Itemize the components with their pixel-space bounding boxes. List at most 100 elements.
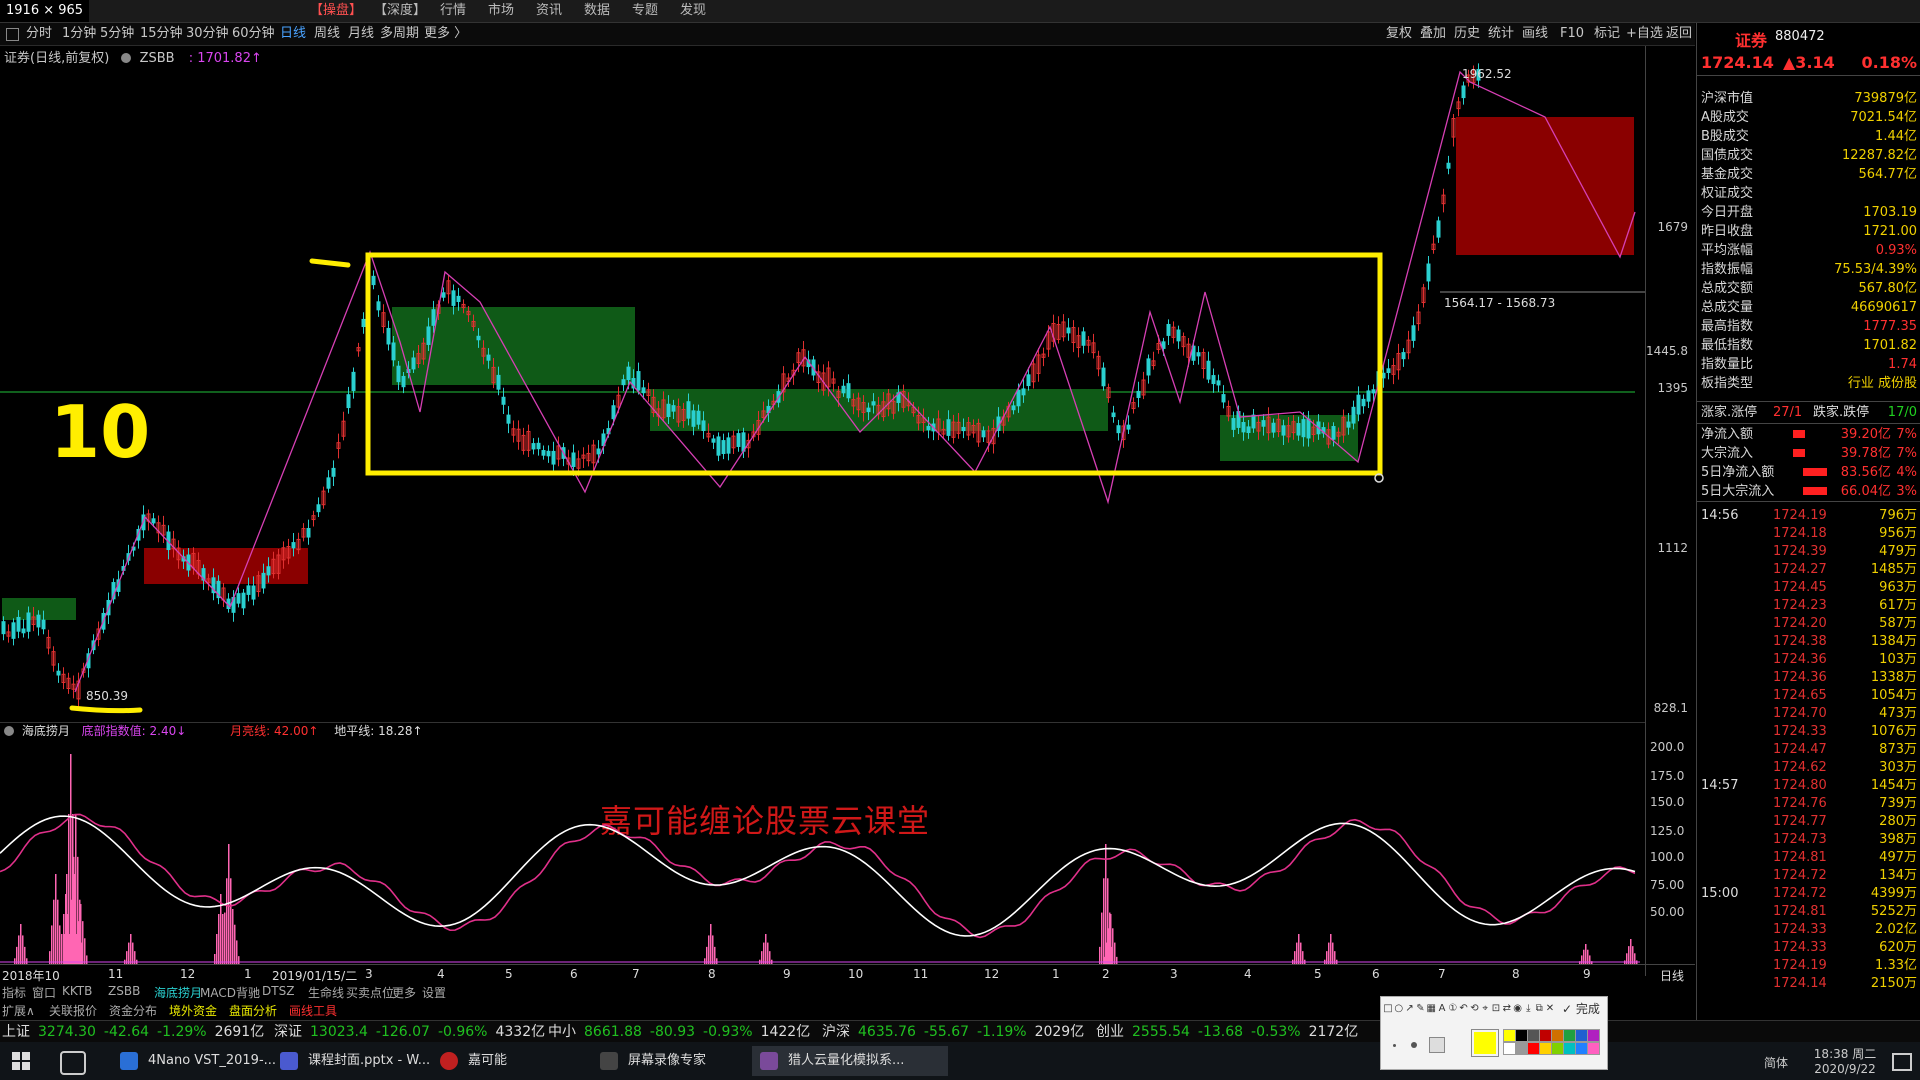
color-swatch[interactable] (1587, 1029, 1600, 1042)
undo-icon[interactable]: ↶ (1459, 999, 1469, 1019)
size-small-icon[interactable] (1393, 1044, 1396, 1047)
tool-fuquan[interactable]: 复权 (1386, 23, 1412, 45)
period-daily[interactable]: 日线 (280, 23, 306, 45)
indicator-tab[interactable]: 生命线 (308, 984, 344, 1001)
period-monthly[interactable]: 月线 (348, 23, 374, 45)
pin-icon[interactable]: ⌖ (1480, 999, 1490, 1019)
rect-icon[interactable]: □ (1383, 999, 1393, 1019)
indicator-tab[interactable]: 海底捞月 (154, 984, 202, 1001)
indicator-tab[interactable]: DTSZ (262, 984, 294, 998)
ticker-item[interactable]: 上证 3274.30 -42.64 -1.29% 2691亿 (2, 1021, 272, 1043)
tool-back[interactable]: 返回 (1666, 23, 1692, 45)
ticker-item[interactable]: 沪深 4635.76 -55.67 -1.19% 2029亿 (822, 1021, 1092, 1043)
period-more[interactable]: 更多 〉 (424, 23, 467, 45)
indicator-bar (18, 935, 20, 964)
pen-icon[interactable]: ✎ (1415, 999, 1425, 1019)
taskbar-app-hunter[interactable]: 猎人云量化模拟系... (752, 1046, 948, 1076)
ocr-icon[interactable]: ⊡ (1491, 999, 1501, 1019)
taskbar-app-recorder[interactable]: 屏幕录像专家 (592, 1046, 778, 1076)
tick-price: 1724.81 (1773, 904, 1827, 919)
period-weekly[interactable]: 周线 (314, 23, 340, 45)
extension-tab[interactable]: 画线工具 (289, 1002, 337, 1019)
menu-zhuanti[interactable]: 专题 (632, 0, 658, 22)
extension-tab[interactable]: 扩展∧ (2, 1002, 35, 1019)
tool-diejia[interactable]: 叠加 (1420, 23, 1446, 45)
tick-volume: 620万 (1879, 940, 1917, 955)
indicator-tab[interactable]: KKTB (62, 984, 92, 998)
period-30min[interactable]: 30分钟 (186, 23, 229, 45)
extension-tab[interactable]: 盘面分析 (229, 1002, 277, 1019)
ticker-item[interactable]: 深证 13023.4 -126.07 -0.96% 4332亿 (274, 1021, 553, 1043)
candlestick-chart[interactable]: 10 (0, 62, 1645, 722)
tool-huaxian[interactable]: 画线 (1522, 23, 1548, 45)
index-ticker-bar: 上证 3274.30 -42.64 -1.29% 2691亿 深证 13023.4 -126.… (0, 1020, 1920, 1043)
menu-shuju[interactable]: 数据 (584, 0, 610, 22)
indicator-chart[interactable] (0, 736, 1645, 964)
tool-tongji[interactable]: 统计 (1488, 23, 1514, 45)
indicator-tab[interactable]: ZSBB (108, 984, 140, 998)
taskbar-app-nano[interactable]: 4Nano VST_2019-... (112, 1046, 298, 1076)
size-medium-icon[interactable] (1411, 1042, 1417, 1048)
menu-shendu[interactable]: 【深度】 (374, 0, 426, 22)
menu-shichang[interactable]: 市场 (488, 0, 514, 22)
indicator-settings-icon[interactable] (4, 726, 14, 736)
indicator-tab[interactable]: 窗口 (32, 984, 56, 1001)
taskbar-app-jiakeneng[interactable]: 嘉可能 (432, 1046, 608, 1076)
indicator-tab[interactable]: 买卖点位 (346, 984, 394, 1001)
record-icon[interactable]: ◉ (1513, 999, 1523, 1019)
extension-tab[interactable]: 资金分布 (109, 1002, 157, 1019)
color-swatch[interactable] (1587, 1042, 1600, 1055)
indicator-level: 50.00 (1650, 905, 1685, 919)
clock-date[interactable]: 2020/9/22 (1810, 1062, 1880, 1076)
text-icon[interactable]: A (1437, 999, 1447, 1019)
menu-zixun[interactable]: 资讯 (536, 0, 562, 22)
handwritten-annotation: 10 (50, 390, 150, 474)
clock-time[interactable]: 18:38 周二 (1810, 1045, 1880, 1062)
price-level-1679: 1679 (1657, 220, 1688, 234)
extension-tab[interactable]: 境外资金 (169, 1002, 217, 1019)
translate-icon[interactable]: ⇄ (1502, 999, 1512, 1019)
taskbar-app-powerpoint[interactable]: 课程封面.pptx - W... (272, 1046, 458, 1076)
indicator-tab[interactable]: 设置 (422, 984, 446, 1001)
period-1min[interactable]: 1分钟 (62, 23, 96, 45)
period-60min[interactable]: 60分钟 (232, 23, 275, 45)
close-icon[interactable]: ✕ (1545, 999, 1555, 1019)
redo-icon[interactable]: ⟲ (1469, 999, 1479, 1019)
indicator-tab[interactable]: MACD背驰 (200, 984, 260, 1001)
mosaic-icon[interactable]: ▦ (1426, 999, 1436, 1019)
ticker-item[interactable]: 创业 2555.54 -13.68 -0.53% 2172亿 (1096, 1021, 1366, 1043)
download-icon[interactable]: ⤓ (1523, 999, 1533, 1019)
horizon-line (0, 815, 1636, 937)
period-5min[interactable]: 5分钟 (100, 23, 134, 45)
current-color-swatch[interactable] (1471, 1029, 1499, 1057)
tool-add-watchlist[interactable]: +自选 (1626, 23, 1663, 45)
number-icon[interactable]: ① (1448, 999, 1458, 1019)
period-15min[interactable]: 15分钟 (140, 23, 183, 45)
indicator-lines (0, 813, 1640, 963)
ticker-item[interactable]: 中小 8661.88 -80.93 -0.93% 1422亿 (548, 1021, 818, 1043)
menu-caopan[interactable]: 【操盘】 (310, 0, 362, 22)
copy-icon[interactable]: ⧉ (1534, 999, 1544, 1019)
arrow-icon[interactable]: ↗ (1405, 999, 1415, 1019)
done-button[interactable]: ✓ 完成 (1557, 999, 1605, 1019)
size-large-icon[interactable] (1429, 1037, 1445, 1053)
menu-hangqing[interactable]: 行情 (440, 0, 466, 22)
period-fenshi[interactable]: 分时 (26, 23, 52, 45)
tool-lishi[interactable]: 历史 (1454, 23, 1480, 45)
task-view-icon[interactable] (60, 1051, 86, 1075)
extension-tab[interactable]: 关联报价 (49, 1002, 97, 1019)
indicator-tab[interactable]: 指标 (2, 984, 26, 1001)
indicator-tab[interactable]: 更多 (392, 984, 416, 1001)
ticker-name: 创业 (1096, 1024, 1124, 1040)
menu-faxian[interactable]: 发现 (680, 0, 706, 22)
menu-square-icon[interactable] (6, 28, 19, 41)
notification-icon[interactable] (1892, 1053, 1912, 1071)
tool-biaoji[interactable]: 标记 (1594, 23, 1620, 45)
tool-f10[interactable]: F10 (1560, 23, 1584, 45)
ime-indicator[interactable]: 简体 (1764, 1054, 1788, 1071)
period-multi[interactable]: 多周期 (380, 23, 419, 45)
windows-start-icon[interactable] (12, 1052, 30, 1070)
pen-size-selector[interactable] (1385, 1025, 1445, 1065)
stat-label: 国债成交 (1701, 148, 1754, 163)
circle-icon[interactable]: ○ (1394, 999, 1404, 1019)
